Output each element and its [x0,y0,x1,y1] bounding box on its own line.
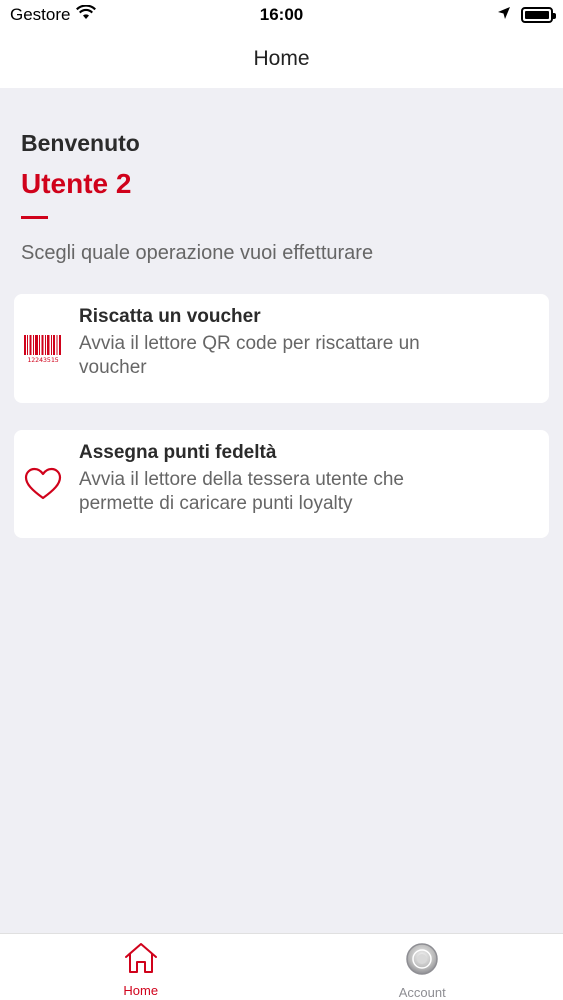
tab-home[interactable]: Home [0,934,282,1000]
wifi-icon [76,4,97,25]
carrier-name: Gestore [10,5,71,24]
redeem-voucher-card[interactable]: 12243515 Riscatta un voucher Avvia il le… [14,294,549,403]
loyalty-points-card[interactable]: Assegna punti fedeltà Avvia il lettore d… [14,430,549,538]
tab-label: Home [123,983,159,998]
card-description: Avvia il lettore QR code per riscattare … [79,333,420,378]
status-right [497,5,556,25]
user-name: Utente 2 [21,168,132,199]
status-left: Gestore [10,4,97,25]
tab-label: Account [398,985,446,1000]
card-title: Assegna punti fedeltà [79,442,277,463]
heart-icon [22,466,64,502]
tab-account[interactable]: Account [282,934,563,1000]
tab-bar: Home Account [0,933,563,1000]
home-icon [123,942,159,979]
barcode-icon: 12243515 [22,330,64,366]
account-icon [405,942,439,981]
card-description: Avvia il lettore della tessera utente ch… [79,469,404,514]
instruction-text: Scegli quale operazione vuoi effetturare [21,242,374,264]
status-bar: Gestore 16:00 [0,0,563,30]
navigation-bar: Home [0,30,563,88]
page-title: Home [253,47,310,70]
barcode-digits: 12243515 [27,356,58,363]
card-title: Riscatta un voucher [79,306,261,327]
welcome-label: Benvenuto [21,130,140,156]
accent-divider [21,216,48,219]
battery-icon [521,7,556,23]
location-arrow-icon [497,5,511,25]
